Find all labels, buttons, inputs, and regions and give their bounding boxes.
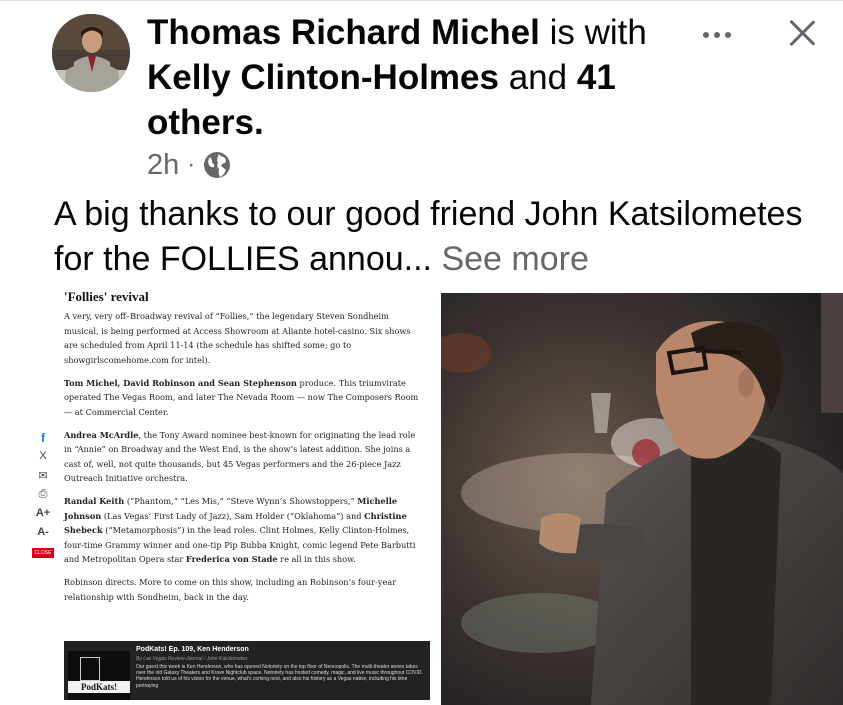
tagged-person[interactable]: Kelly Clinton-Holmes bbox=[147, 58, 499, 97]
bold-names: Frederica von Stade bbox=[185, 554, 278, 564]
paragraph-text: (“Phantom,” “Les Mis,” “Steve Wynn’s Sho… bbox=[124, 496, 358, 506]
top-divider bbox=[0, 0, 843, 1]
post-header-text: Thomas Richard Michel is with Kelly Clin… bbox=[147, 10, 677, 145]
article-paragraph: Tom Michel, David Robinson and Sean Step… bbox=[64, 376, 424, 420]
bold-names: Andrea McArdle bbox=[64, 429, 139, 440]
and-text: and bbox=[508, 58, 568, 97]
bold-names: Randal Keith bbox=[64, 496, 125, 506]
post-time[interactable]: 2h bbox=[147, 149, 179, 182]
podkats-logo-text: PodKats! bbox=[68, 681, 130, 693]
podkats-logo: PodKats! bbox=[68, 651, 130, 700]
post-image-article[interactable]: 'Follies' revival f X ✉ ⎙ A+ A- CLOSE A … bbox=[30, 289, 434, 700]
paragraph-text: (Las Vegas’ First Lady of Jazz), Sam Hol… bbox=[101, 510, 365, 521]
more-options-button[interactable] bbox=[700, 20, 740, 48]
article-title: 'Follies' revival bbox=[64, 289, 149, 304]
meta-separator: · bbox=[187, 151, 196, 178]
font-increase-button[interactable]: A+ bbox=[30, 507, 56, 526]
share-toolbar: f X ✉ ⎙ A+ A- CLOSE bbox=[30, 431, 56, 564]
podcast-embed[interactable]: PodKats! PodKats! Ep. 109, Ken Henderson… bbox=[64, 641, 430, 700]
with-text: is with bbox=[549, 13, 647, 52]
more-dot bbox=[725, 32, 731, 38]
see-more-link[interactable]: See more bbox=[441, 240, 588, 278]
toolbar-close-button[interactable]: CLOSE bbox=[31, 548, 55, 558]
podcast-byline: By Las Vegas Review-Journal / John Katsi… bbox=[136, 656, 248, 662]
x-share-icon[interactable]: X bbox=[30, 450, 56, 469]
post-caption: A big thanks to our good friend John Kat… bbox=[54, 192, 834, 282]
font-decrease-button[interactable]: A- bbox=[30, 526, 56, 545]
article-paragraph: Robinson directs. More to come on this s… bbox=[64, 577, 397, 602]
others-label: others. bbox=[147, 103, 264, 142]
others-count: 41 bbox=[576, 58, 616, 97]
article-body: A very, very off–Broadway revival of “Fo… bbox=[64, 309, 424, 613]
article-paragraph: Andrea McArdle, the Tony Award nominee b… bbox=[64, 428, 424, 486]
article-paragraph: A very, very off–Broadway revival of “Fo… bbox=[64, 311, 411, 365]
author-name[interactable]: Thomas Richard Michel bbox=[147, 13, 540, 52]
author-avatar[interactable] bbox=[52, 14, 130, 92]
podcast-description: Our guest this week is Ken Henderson, wh… bbox=[136, 664, 423, 689]
caption-text: A big thanks to our good friend John Kat… bbox=[54, 195, 803, 278]
close-icon[interactable] bbox=[782, 14, 822, 54]
paragraph-text: re all in this show. bbox=[277, 554, 356, 564]
podcast-title: PodKats! Ep. 109, Ken Henderson bbox=[136, 646, 249, 653]
more-horizontal-icon bbox=[703, 32, 709, 38]
globe-icon[interactable] bbox=[203, 151, 231, 179]
email-icon[interactable]: ✉ bbox=[30, 469, 56, 488]
bold-names: Tom Michel, David Robinson and Sean Step… bbox=[64, 377, 297, 388]
sign-graphic bbox=[80, 657, 100, 681]
post-meta: 2h · bbox=[147, 145, 231, 185]
article-paragraph: Randal Keith (“Phantom,” “Les Mis,” “Ste… bbox=[64, 494, 424, 567]
facebook-share-icon[interactable]: f bbox=[30, 431, 56, 450]
post-image-photo[interactable] bbox=[441, 293, 843, 705]
print-icon[interactable]: ⎙ bbox=[30, 488, 56, 507]
more-dot bbox=[714, 32, 720, 38]
